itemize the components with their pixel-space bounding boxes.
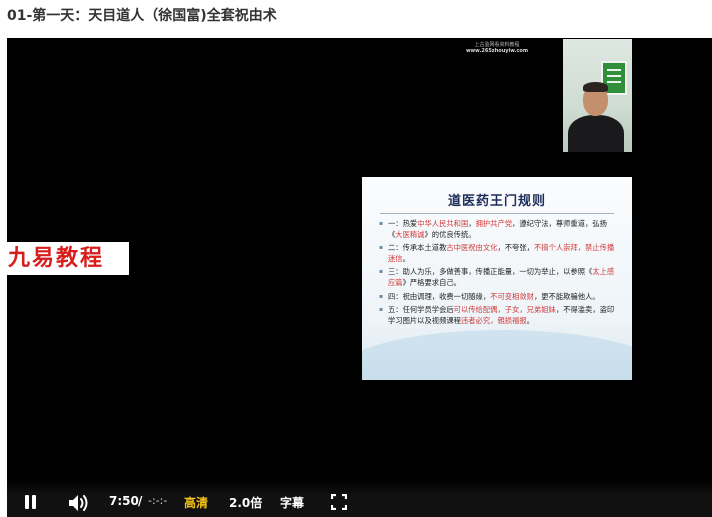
pause-icon <box>32 495 36 509</box>
slide-divider <box>380 213 614 214</box>
current-time: 7:50 <box>109 494 139 508</box>
volume-icon <box>69 495 88 511</box>
slide-decoration <box>362 330 632 380</box>
subtitle-button[interactable]: 字幕 <box>280 494 304 511</box>
slide-rules-list: 一：热爱中华人民共和国，拥护共产党，遵纪守法，尊师重道，弘扬《大医精诚》的优良传… <box>379 219 619 329</box>
rule-text: 四：祝由调理，收费一切随缘， <box>388 291 491 301</box>
rule-text: ，更不能欺骗他人。 <box>533 291 600 301</box>
slide-rule-item: 五：任何学员学会后可以传给配偶，子女，兄弟姐妹，不得滥卖，盗印学习图片以及视频课… <box>379 305 619 326</box>
rule-highlight-text: 中华人民共和国 <box>417 219 469 228</box>
time-separator: / <box>138 494 143 508</box>
rule-highlight-text: 不可变相敛财 <box>490 291 534 301</box>
slide-title: 道医药王门规则 <box>447 194 546 209</box>
total-time: -:-:- <box>148 494 168 507</box>
rule-highlight-text: 可以传给配偶，子女，兄弟姐妹 <box>453 305 556 315</box>
pause-button[interactable] <box>24 495 38 511</box>
rule-text: 五：任何学员学会后 <box>388 305 454 315</box>
slide-rule-item: 三：助人为乐，多做善事，传播正能量，一切为举止，以参照《太上感应篇》严格要求自己… <box>379 267 619 288</box>
rule-text: 二：传承本土道教 <box>388 243 447 253</box>
rule-text: 一：热爱 <box>388 219 418 228</box>
quality-button[interactable]: 高清 <box>184 494 208 511</box>
playback-speed-button[interactable]: 2.0倍 <box>229 494 262 511</box>
slide-rule-item: 二：传承本土道教古中医祝由文化，不夸张，不搞个人崇拜，禁止传播迷信。 <box>379 243 619 264</box>
rule-text: ， <box>468 219 476 228</box>
rule-highlight-text: 大医精诚 <box>395 229 425 239</box>
presenter-hair <box>583 82 608 92</box>
fullscreen-button[interactable] <box>330 493 348 511</box>
brand-logo: 九易教程 <box>7 242 129 275</box>
rule-highlight-text: 古中医祝由文化 <box>446 243 498 253</box>
volume-button[interactable] <box>67 493 91 513</box>
lecture-slide: 道医药王门规则 一：热爱中华人民共和国，拥护共产党，遵纪守法，尊师重道，弘扬《大… <box>362 177 632 380</box>
rule-text: 。 <box>402 253 410 263</box>
watermark-url: www.265zhouyiw.com <box>465 48 529 54</box>
presenter-webcam <box>563 39 632 152</box>
rule-highlight-text: 拥护共产党 <box>475 219 513 228</box>
presenter-body <box>568 115 624 152</box>
player-control-bar: 7:50 / -:-:- 高清 2.0倍 字幕 <box>7 479 712 517</box>
pause-icon <box>25 495 29 509</box>
rule-text: ，不夸张， <box>497 243 534 253</box>
slide-rule-item: 一：热爱中华人民共和国，拥护共产党，遵纪守法，尊师重道，弘扬《大医精诚》的优良传… <box>379 219 619 240</box>
slide-rule-item: 四：祝由调理，收费一切随缘，不可变相敛财，更不能欺骗他人。 <box>379 292 619 303</box>
watermark-text: 上古盈网看资料教程 <box>474 42 520 48</box>
fullscreen-icon <box>330 493 348 511</box>
rule-text: 三：助人为乐，多做善事，传播正能量，一切为举止，以参照《 <box>388 267 593 277</box>
rule-text: 》严格要求自己。 <box>402 277 461 287</box>
rule-highlight-text: 违者必究，親损福报 <box>460 315 527 325</box>
video-player[interactable]: 上古盈网看资料教程 www.265zhouyiw.com 九易教程 道医药王门规… <box>7 38 712 517</box>
page-title: 01-第一天：天目道人（徐国富)全套祝由术 <box>7 8 277 24</box>
rule-text: 。 <box>526 315 534 325</box>
rule-text: 》的优良传统。 <box>424 229 476 239</box>
